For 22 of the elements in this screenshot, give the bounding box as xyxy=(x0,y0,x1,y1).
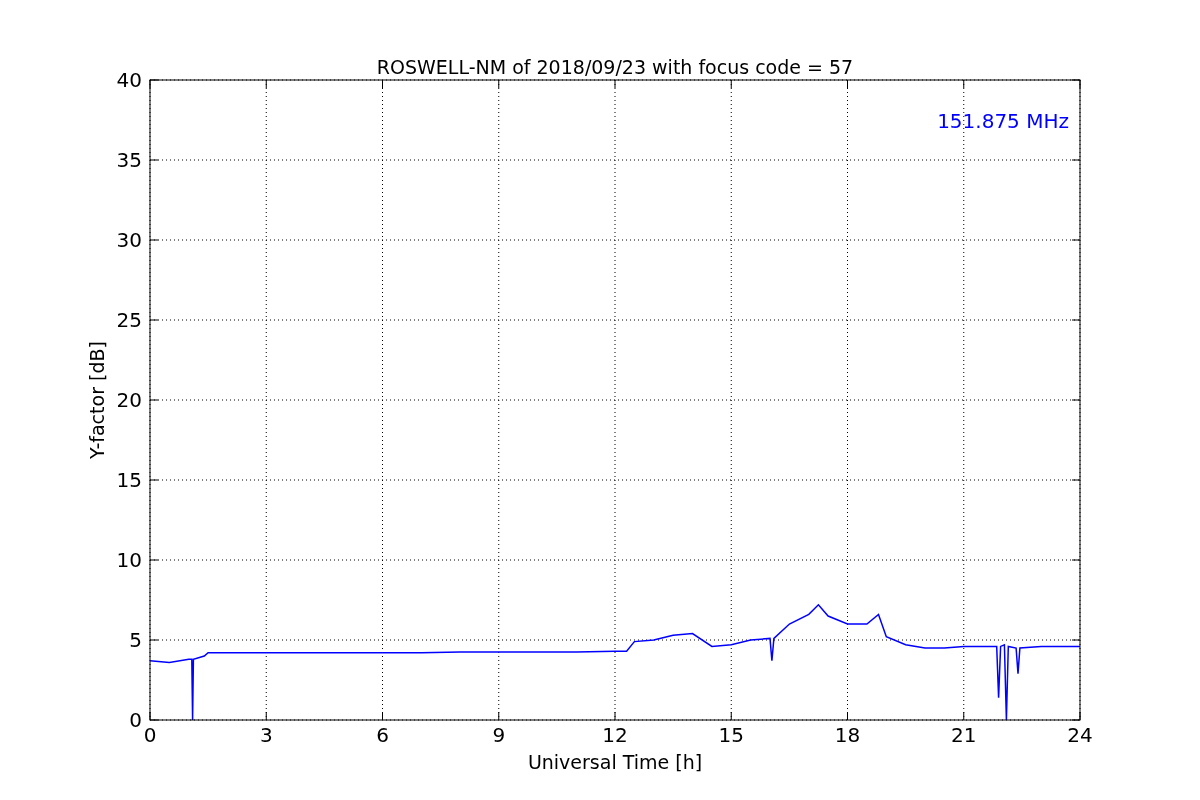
x-tick-label: 0 xyxy=(143,723,157,747)
x-tick-label: 9 xyxy=(492,723,506,747)
x-tick-label: 12 xyxy=(602,723,628,747)
y-tick-label: 35 xyxy=(116,148,142,172)
y-tick-label: 10 xyxy=(116,548,142,572)
x-tick-label: 18 xyxy=(834,723,861,747)
x-axis-label: Universal Time [h] xyxy=(527,751,703,773)
y-tick-label: 0 xyxy=(129,708,142,732)
y-tick-label: 15 xyxy=(116,468,142,492)
x-tick-label: 15 xyxy=(718,723,744,747)
x-tick-label: 24 xyxy=(1067,723,1093,747)
y-tick-label: 5 xyxy=(129,628,142,652)
y-tick-label: 20 xyxy=(116,388,142,412)
x-tick-label: 21 xyxy=(951,723,977,747)
y-axis-label: Y-factor [dB] xyxy=(86,341,108,459)
series-label: 151.875 MHz xyxy=(937,109,1069,133)
x-tick-label: 3 xyxy=(259,723,273,747)
x-tick-label: 6 xyxy=(376,723,389,747)
y-tick-label: 40 xyxy=(116,68,142,92)
y-tick-label: 30 xyxy=(116,228,142,252)
chart-title: ROSWELL-NM of 2018/09/23 with focus code = 57 xyxy=(376,56,854,78)
y-tick-label: 25 xyxy=(116,308,142,332)
